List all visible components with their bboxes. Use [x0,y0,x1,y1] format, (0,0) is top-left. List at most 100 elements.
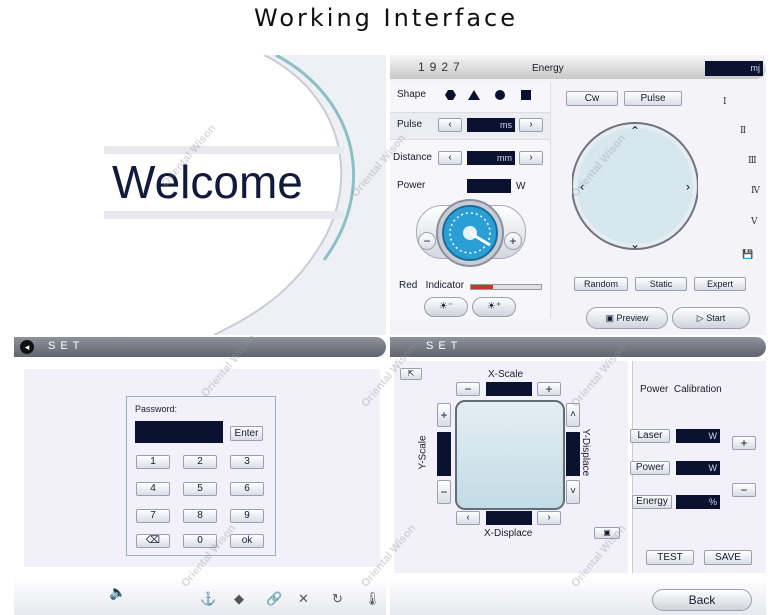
key-backspace[interactable]: ⌫ [136,534,170,548]
distance-decrease-button[interactable]: ‹ [438,151,462,165]
power-dial-icon[interactable] [434,197,506,269]
y-scale-minus-button[interactable]: − [437,480,451,504]
start-button[interactable]: ▷ Start [672,307,750,329]
start-label: Start [706,313,726,323]
shape-label: Shape [397,89,426,100]
save-button[interactable]: SAVE [704,550,752,565]
shape-options [445,90,531,100]
expert-button[interactable]: Expert [694,277,746,291]
link-icon[interactable]: 🔗 [266,591,282,607]
laser-field[interactable]: W [676,429,720,443]
random-button[interactable]: Random [574,277,628,291]
back-button[interactable]: Back [652,589,752,611]
thermometer-icon[interactable]: 🌡 [364,591,381,607]
anchor-icon[interactable]: ⚓ [200,591,216,607]
distance-increase-button[interactable]: › [519,151,543,165]
enter-button[interactable]: Enter [230,426,263,441]
key-ok[interactable]: ok [230,534,264,548]
static-button[interactable]: Static [635,277,687,291]
x-scale-field[interactable] [486,382,532,396]
key-4[interactable]: 4 [136,482,170,496]
x-scale-minus-button[interactable]: − [456,382,480,396]
save-disk-button[interactable]: ▣ [594,527,620,539]
power-cal-minus-button[interactable]: − [732,483,756,497]
pulse-field[interactable]: ms [467,118,515,132]
preview-button[interactable]: ▣ Preview [586,307,668,329]
power-field[interactable] [467,179,511,193]
mode-cw-button[interactable]: Cw [566,91,618,106]
power-calibration-label: Power Calibration [640,384,722,395]
y-scale-field[interactable] [437,432,451,476]
triangle-shape-button[interactable] [468,90,480,100]
key-6[interactable]: 6 [230,482,264,496]
level-4-option[interactable]: Ⅳ [751,186,760,196]
key-8[interactable]: 8 [183,509,217,523]
set-title-2: SET [426,340,463,352]
pulse-increase-button[interactable]: › [519,118,543,132]
key-1[interactable]: 1 [136,455,170,469]
key-7[interactable]: 7 [136,509,170,523]
energy-button[interactable]: Energy [632,495,672,509]
laser-button[interactable]: Laser [630,429,670,443]
level-2-option[interactable]: Ⅱ [740,126,746,136]
power-cal-field[interactable]: W [676,461,720,475]
password-input[interactable] [135,421,223,443]
key-2[interactable]: 2 [183,455,217,469]
x-displace-field[interactable] [486,511,532,525]
pulse-unit: ms [500,120,512,130]
test-button[interactable]: TEST [646,550,694,565]
level-5-option[interactable]: Ⅴ [751,217,758,227]
distance-label: Distance [393,152,432,163]
y-displace-up-button[interactable]: ˄ [566,403,580,427]
small-toggle-button[interactable]: ⇱ [400,368,422,380]
power-increase-button[interactable]: + [504,232,522,250]
red-indicator-bar[interactable] [470,284,542,290]
calibration-square[interactable] [455,400,565,510]
hexagon-shape-button[interactable] [445,90,456,100]
level-1-option[interactable]: Ⅰ [723,97,727,107]
svg-text:⌃: ⌃ [630,124,640,138]
level-3-option[interactable]: Ⅲ [748,156,757,166]
svg-text:⌄: ⌄ [630,237,640,251]
password-panel: ◂ SET Password: Enter 1 2 3 4 5 6 7 8 9 … [14,337,386,615]
tools-icon[interactable]: ✕ [298,591,309,607]
power-button[interactable]: Power [630,461,670,475]
key-3[interactable]: 3 [230,455,264,469]
power-label: Power [397,180,426,191]
brightness-down-button[interactable]: ☀⁻ [424,297,468,317]
y-scale-label: Y-Scale [417,435,429,470]
back-circle-icon[interactable]: ◂ [20,340,34,354]
x-displace-left-button[interactable]: ‹ [456,511,480,525]
scan-circle[interactable]: ⌃ ⌄ ‹ › [572,115,698,257]
key-0[interactable]: 0 [183,534,217,548]
energy-field[interactable]: mj [705,61,763,76]
y-displace-down-button[interactable]: ˅ [566,480,580,504]
svg-text:›: › [686,180,691,194]
square-shape-button[interactable] [521,90,531,100]
power-cal-unit: W [708,463,718,473]
mode-pulse-button[interactable]: Pulse [624,91,682,106]
power-unit: W [516,181,526,192]
y-scale-plus-button[interactable]: + [437,403,451,427]
key-9[interactable]: 9 [230,509,264,523]
welcome-text: Welcome [112,156,303,208]
distance-field[interactable]: mm [467,151,515,165]
x-scale-plus-button[interactable]: + [537,382,561,396]
energy-label: Energy [532,63,564,74]
y-displace-field[interactable] [566,432,580,476]
refresh-icon[interactable]: ↻ [332,591,343,607]
speaker-icon[interactable]: 🔈 [109,584,126,601]
brightness-up-button[interactable]: ☀⁺ [472,297,516,317]
pulse-decrease-button[interactable]: ‹ [438,118,462,132]
x-displace-right-button[interactable]: › [537,511,561,525]
circle-shape-button[interactable] [495,90,505,100]
power-cal-plus-button[interactable]: + [732,436,756,450]
calibration-panel: SET ⇱ X-Scale − + + − Y-Scale ˄ ˅ Y-Disp… [390,337,766,615]
diamond-icon[interactable]: ◆ [234,591,244,607]
distance-unit: mm [497,153,512,163]
energy-cal-field[interactable]: % [676,495,720,509]
save-disk-icon[interactable]: 💾 [742,249,753,260]
key-5[interactable]: 5 [183,482,217,496]
x-scale-label: X-Scale [488,369,524,380]
svg-text:‹: ‹ [580,180,585,194]
